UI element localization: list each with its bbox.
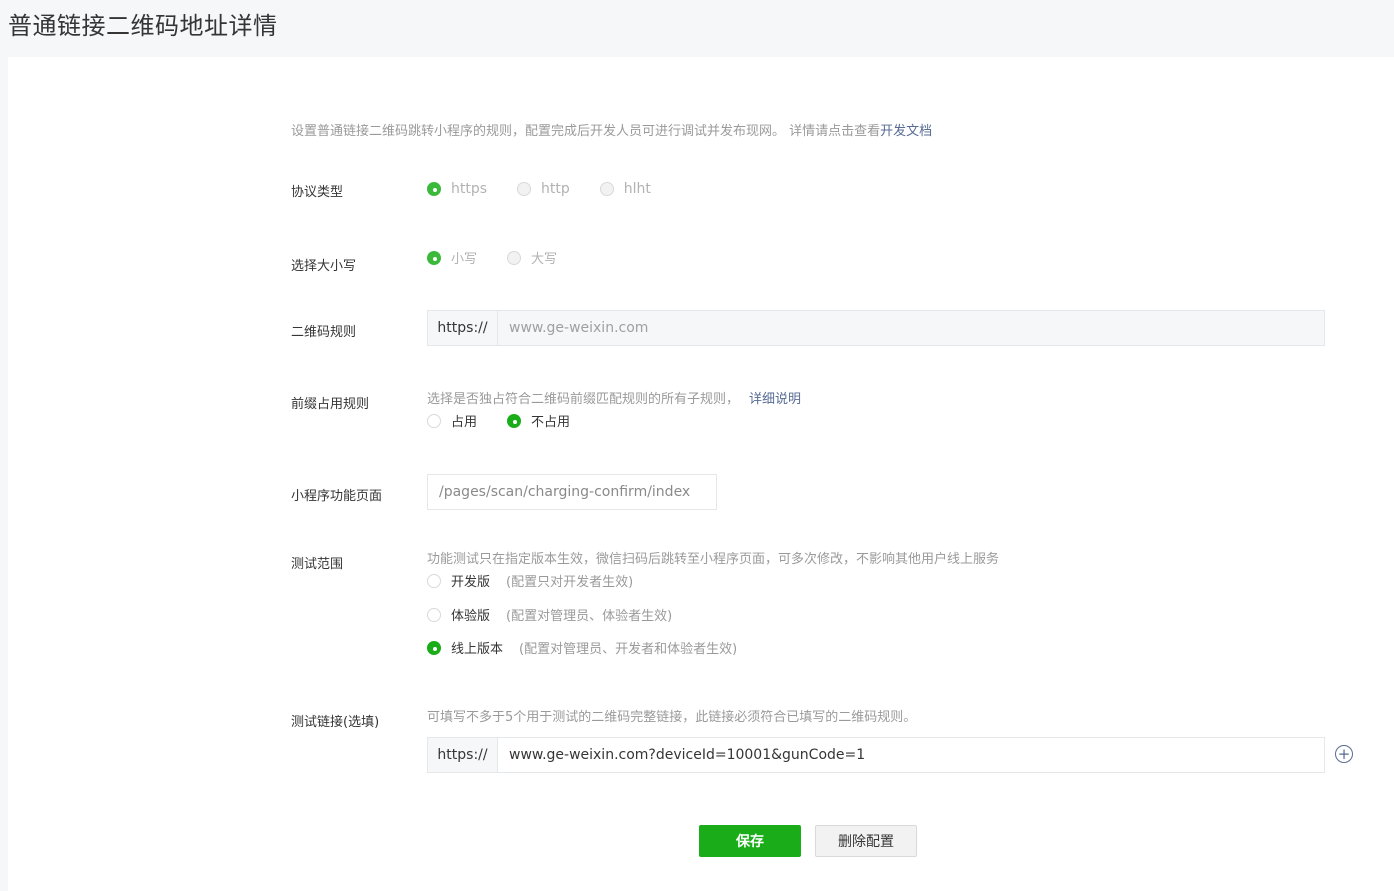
test-link-input-group: https:// www.ge-weixin.com?deviceId=1000… [427, 737, 1325, 773]
intro-description: 设置普通链接二维码跳转小程序的规则，配置完成后开发人员可进行调试并发布现网。 详… [291, 124, 881, 139]
prefix-option-occupy[interactable]: 占用 [427, 411, 477, 430]
radio-unchecked-icon [427, 413, 441, 428]
test-link-hint: 可填写不多于5个用于测试的二维码完整链接，此链接必须符合已填写的二维码规则。 [427, 710, 917, 725]
qr-rule-input-group: https:// www.ge-weixin.com [427, 310, 1325, 346]
radio-checked-icon [427, 640, 441, 655]
protocol-option-http[interactable]: http [517, 181, 570, 197]
page-path-label: 小程序功能页面 [291, 489, 383, 504]
delete-config-button[interactable]: 删除配置 [815, 825, 917, 857]
radio-unchecked-icon [427, 573, 441, 588]
radio-checked-icon [427, 182, 441, 196]
case-radio-group: 小写 大写 [427, 248, 557, 267]
test-link-prefix: https:// [428, 738, 498, 772]
radio-checked-icon [507, 413, 522, 428]
intro-text: 设置普通链接二维码跳转小程序的规则，配置完成后开发人员可进行调试并发布现网。 详… [291, 120, 932, 139]
protocol-option-https[interactable]: https [427, 181, 487, 197]
detail-link[interactable]: 详细说明 [749, 392, 801, 407]
test-link-label: 测试链接(选填) [291, 715, 380, 730]
qr-rule-input[interactable]: www.ge-weixin.com [498, 311, 1324, 345]
page-path-input[interactable]: /pages/scan/charging-confirm/index [428, 475, 716, 509]
prefix-radio-group: 占用 不占用 [427, 411, 570, 430]
radio-unchecked-icon [507, 250, 522, 265]
radio-unchecked-icon [517, 182, 532, 196]
radio-checked-icon [427, 250, 441, 265]
protocol-label: 协议类型 [291, 185, 344, 200]
radio-unchecked-icon [427, 607, 441, 622]
page-title: 普通链接二维码地址详情 [8, 12, 278, 40]
case-option-upper[interactable]: 大写 [507, 248, 557, 267]
scope-option-trial[interactable]: 体验版 (配置对管理员、体验者生效) [427, 605, 672, 624]
config-card: 设置普通链接二维码跳转小程序的规则，配置完成后开发人员可进行调试并发布现网。 详… [8, 57, 1394, 891]
dev-doc-link[interactable]: 开发文档 [880, 124, 932, 139]
prefix-rule-label: 前缀占用规则 [291, 397, 370, 412]
scope-option-dev[interactable]: 开发版 (配置只对开发者生效) [427, 571, 633, 590]
save-button[interactable]: 保存 [699, 825, 801, 857]
plus-circle-icon[interactable]: + [1335, 745, 1353, 763]
scope-option-online[interactable]: 线上版本 (配置对管理员、开发者和体验者生效) [427, 638, 737, 657]
protocol-radio-group: https http hlht [427, 181, 651, 197]
test-scope-hint: 功能测试只在指定版本生效，微信扫码后跳转至小程序页面，可多次修改，不影响其他用户… [427, 552, 1000, 567]
case-option-lower[interactable]: 小写 [427, 248, 477, 267]
page-path-input-group: /pages/scan/charging-confirm/index [427, 474, 717, 510]
test-scope-label: 测试范围 [291, 557, 344, 572]
qr-rule-prefix: https:// [428, 311, 498, 345]
test-link-input[interactable]: www.ge-weixin.com?deviceId=10001&gunCode… [498, 738, 1324, 772]
prefix-rule-hint: 选择是否独占符合二维码前缀匹配规则的所有子规则， 详细说明 [427, 392, 802, 407]
protocol-option-hlht[interactable]: hlht [599, 181, 651, 197]
radio-unchecked-icon [599, 182, 614, 196]
qr-rule-label: 二维码规则 [291, 325, 357, 340]
case-label: 选择大小写 [291, 259, 357, 274]
prefix-option-not-occupy[interactable]: 不占用 [507, 411, 570, 430]
